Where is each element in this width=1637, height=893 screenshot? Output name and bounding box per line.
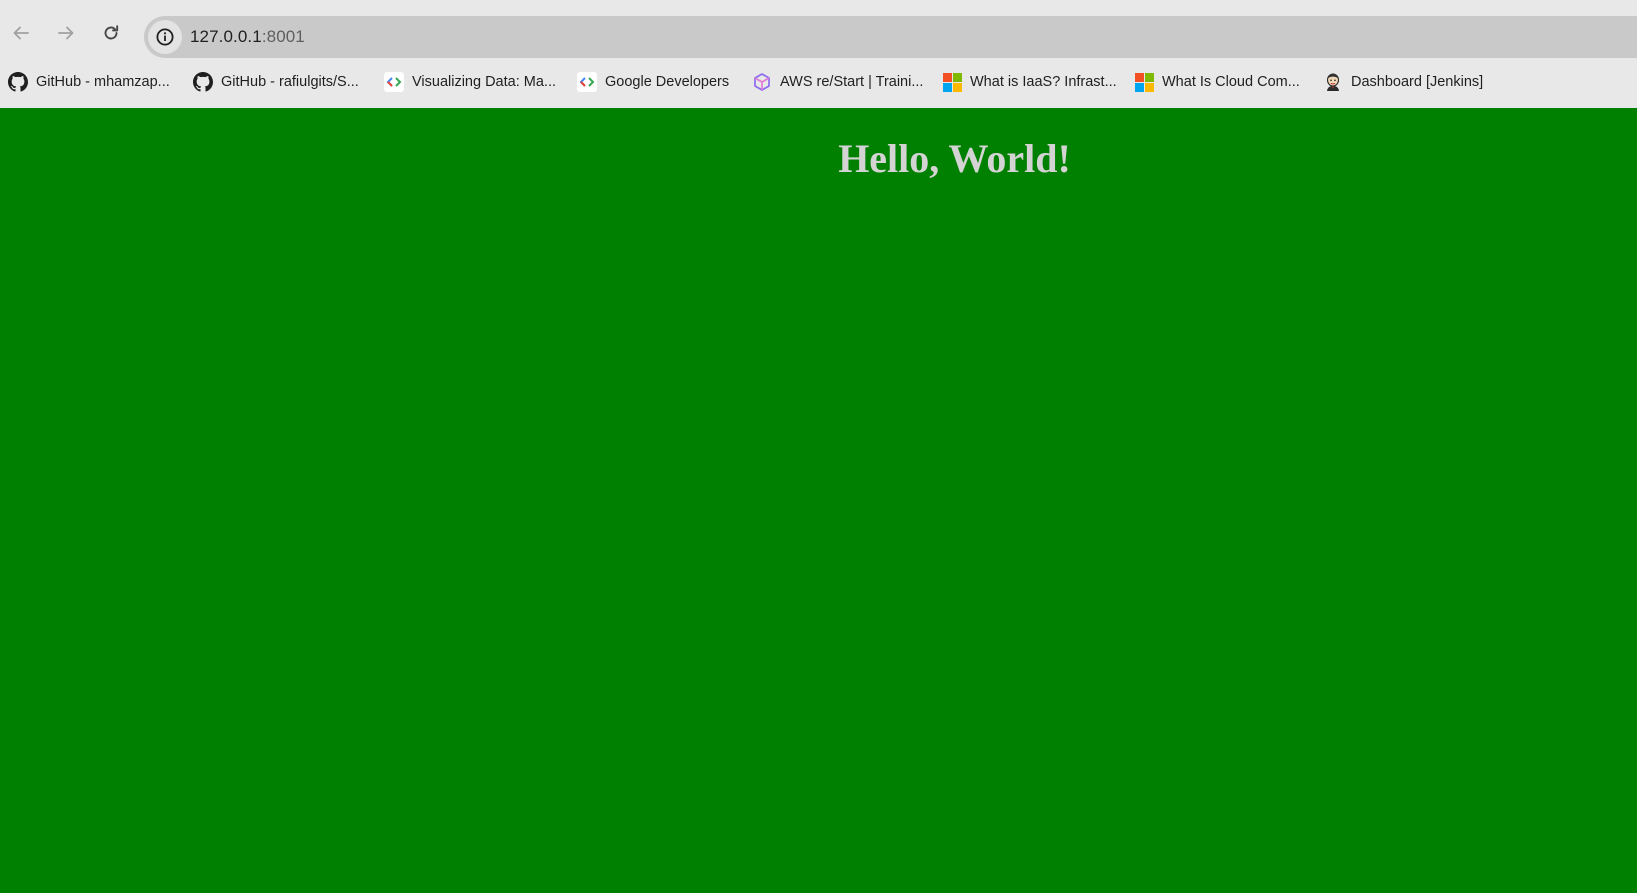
- info-icon: [156, 28, 174, 46]
- url-host: 127.0.0.1: [190, 27, 262, 46]
- arrow-left-icon: [13, 26, 29, 40]
- back-button[interactable]: [3, 15, 39, 51]
- bookmark-github-mhamzap[interactable]: GitHub - mhamzap...: [8, 70, 170, 94]
- reload-icon: [104, 25, 119, 40]
- bookmark-google-developers[interactable]: Google Developers: [577, 70, 729, 94]
- bookmarks-bar: GitHub - mhamzap... GitHub - rafiulgits/…: [0, 58, 1637, 108]
- forward-button[interactable]: [48, 15, 84, 51]
- google-developers-icon: [577, 72, 597, 92]
- url-port: :8001: [261, 27, 305, 46]
- bookmark-what-is-cloud[interactable]: What Is Cloud Com...: [1134, 70, 1300, 94]
- bookmark-label: What is IaaS? Infrast...: [970, 74, 1117, 90]
- bookmark-jenkins-dashboard[interactable]: Dashboard [Jenkins]: [1323, 70, 1483, 94]
- reload-button[interactable]: [93, 15, 129, 51]
- microsoft-logo-icon: [1134, 72, 1154, 92]
- bookmark-label: GitHub - mhamzap...: [36, 74, 170, 90]
- jenkins-icon: [1323, 72, 1343, 92]
- bookmark-label: What Is Cloud Com...: [1162, 74, 1300, 90]
- aws-cube-icon: [752, 72, 772, 92]
- google-developers-icon: [384, 72, 404, 92]
- bookmark-aws-restart[interactable]: AWS re/Start | Traini...: [752, 70, 923, 94]
- bookmark-label: AWS re/Start | Traini...: [780, 74, 924, 90]
- bookmark-visualizing-data[interactable]: Visualizing Data: Ma...: [384, 70, 556, 94]
- address-bar[interactable]: 127.0.0.1:8001: [144, 16, 1637, 58]
- page-viewport: Hello, World!: [0, 108, 1637, 893]
- bookmark-label: Visualizing Data: Ma...: [412, 74, 556, 90]
- browser-toolbar: 127.0.0.1:8001: [0, 0, 1637, 58]
- bookmark-label: Dashboard [Jenkins]: [1351, 74, 1484, 90]
- site-info-button[interactable]: [148, 20, 182, 54]
- microsoft-logo-icon: [942, 72, 962, 92]
- bookmark-what-is-iaas[interactable]: What is IaaS? Infrast...: [942, 70, 1117, 94]
- arrow-right-icon: [58, 26, 74, 40]
- bookmark-github-rafiulgits[interactable]: GitHub - rafiulgits/S...: [193, 70, 359, 94]
- browser-window: 127.0.0.1:8001 GitHub - mhamzap... GitHu…: [0, 0, 1637, 893]
- github-icon: [193, 72, 213, 92]
- url-text[interactable]: 127.0.0.1:8001: [190, 27, 305, 47]
- page-heading: Hello, World!: [838, 136, 1071, 181]
- bookmark-label: GitHub - rafiulgits/S...: [221, 74, 359, 90]
- bookmark-label: Google Developers: [605, 74, 730, 90]
- github-icon: [8, 72, 28, 92]
